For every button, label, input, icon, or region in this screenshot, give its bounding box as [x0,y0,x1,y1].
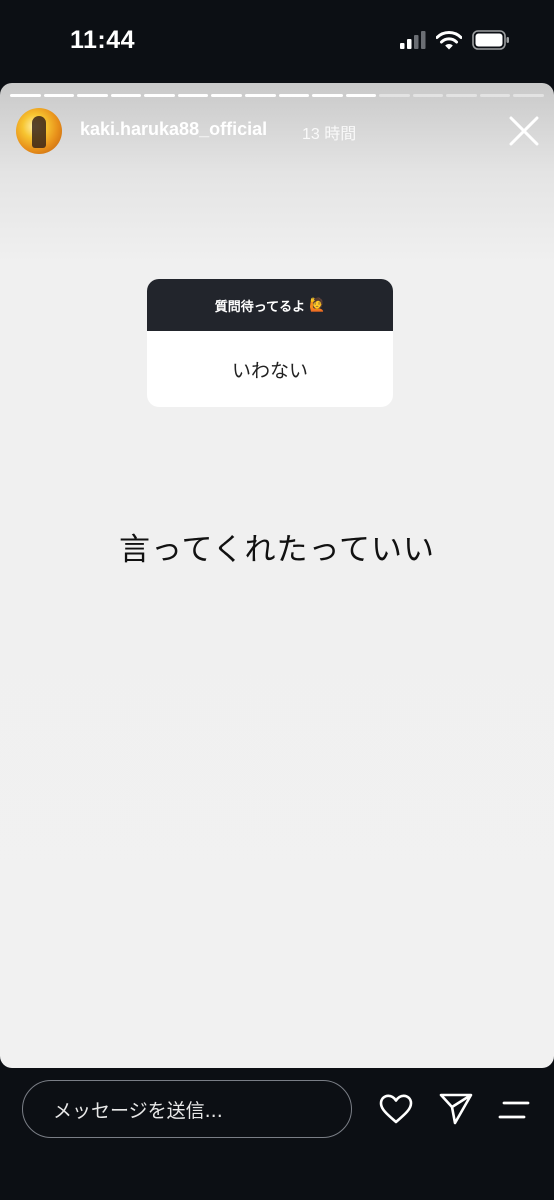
story-progress-segment [412,94,444,97]
status-bar: 11:44 [0,0,554,82]
like-button[interactable] [378,1093,414,1125]
avatar[interactable] [16,108,62,154]
story-progress-segment [10,94,41,97]
battery-icon [472,30,509,50]
story-progress-segment [43,94,75,97]
heart-icon [379,1094,413,1124]
story-main-text: 言ってくれたっていい [119,532,435,568]
status-time: 11:44 [70,26,136,54]
message-input[interactable]: メッセージを送信... [22,1080,352,1138]
story-progress-segment [278,94,310,97]
close-icon [509,116,539,146]
story-progress-segment [244,94,276,97]
wifi-icon [436,30,462,49]
story-progress-segment [479,94,511,97]
story-progress-segment [177,94,209,97]
send-button[interactable] [438,1092,474,1126]
story-progress-segment [312,94,343,97]
more-button[interactable] [498,1098,530,1122]
story-progress-segment [211,94,242,97]
story-progress-bar [10,94,544,97]
reply-bar: メッセージを送信... [0,1068,554,1200]
story-viewer[interactable]: kaki.haruka88_official 13 時間 質問待ってるよ 🙋 い… [0,83,554,1068]
close-button[interactable] [506,113,542,149]
raising-hand-icon: 🙋 [309,297,326,313]
story-progress-segment [144,94,175,97]
signal-icon [400,31,426,49]
status-icons [400,30,510,50]
story-username[interactable]: kaki.haruka88_official [80,119,267,140]
send-icon [439,1093,473,1125]
question-sticker-header: 質問待ってるよ 🙋 [147,279,393,331]
question-sticker[interactable]: 質問待ってるよ 🙋 いわない [147,279,393,407]
story-time-ago: 13 時間 [302,126,357,143]
more-icon [498,1101,530,1119]
story-progress-segment [446,94,477,97]
story-progress-segment [379,94,410,97]
story-progress-segment [345,94,377,97]
question-sticker-title: 質問待ってるよ [214,299,306,315]
story-progress-segment [110,94,142,97]
question-sticker-answer: いわない [231,359,308,382]
story-progress-segment [513,94,544,97]
story-progress-segment [77,94,108,97]
